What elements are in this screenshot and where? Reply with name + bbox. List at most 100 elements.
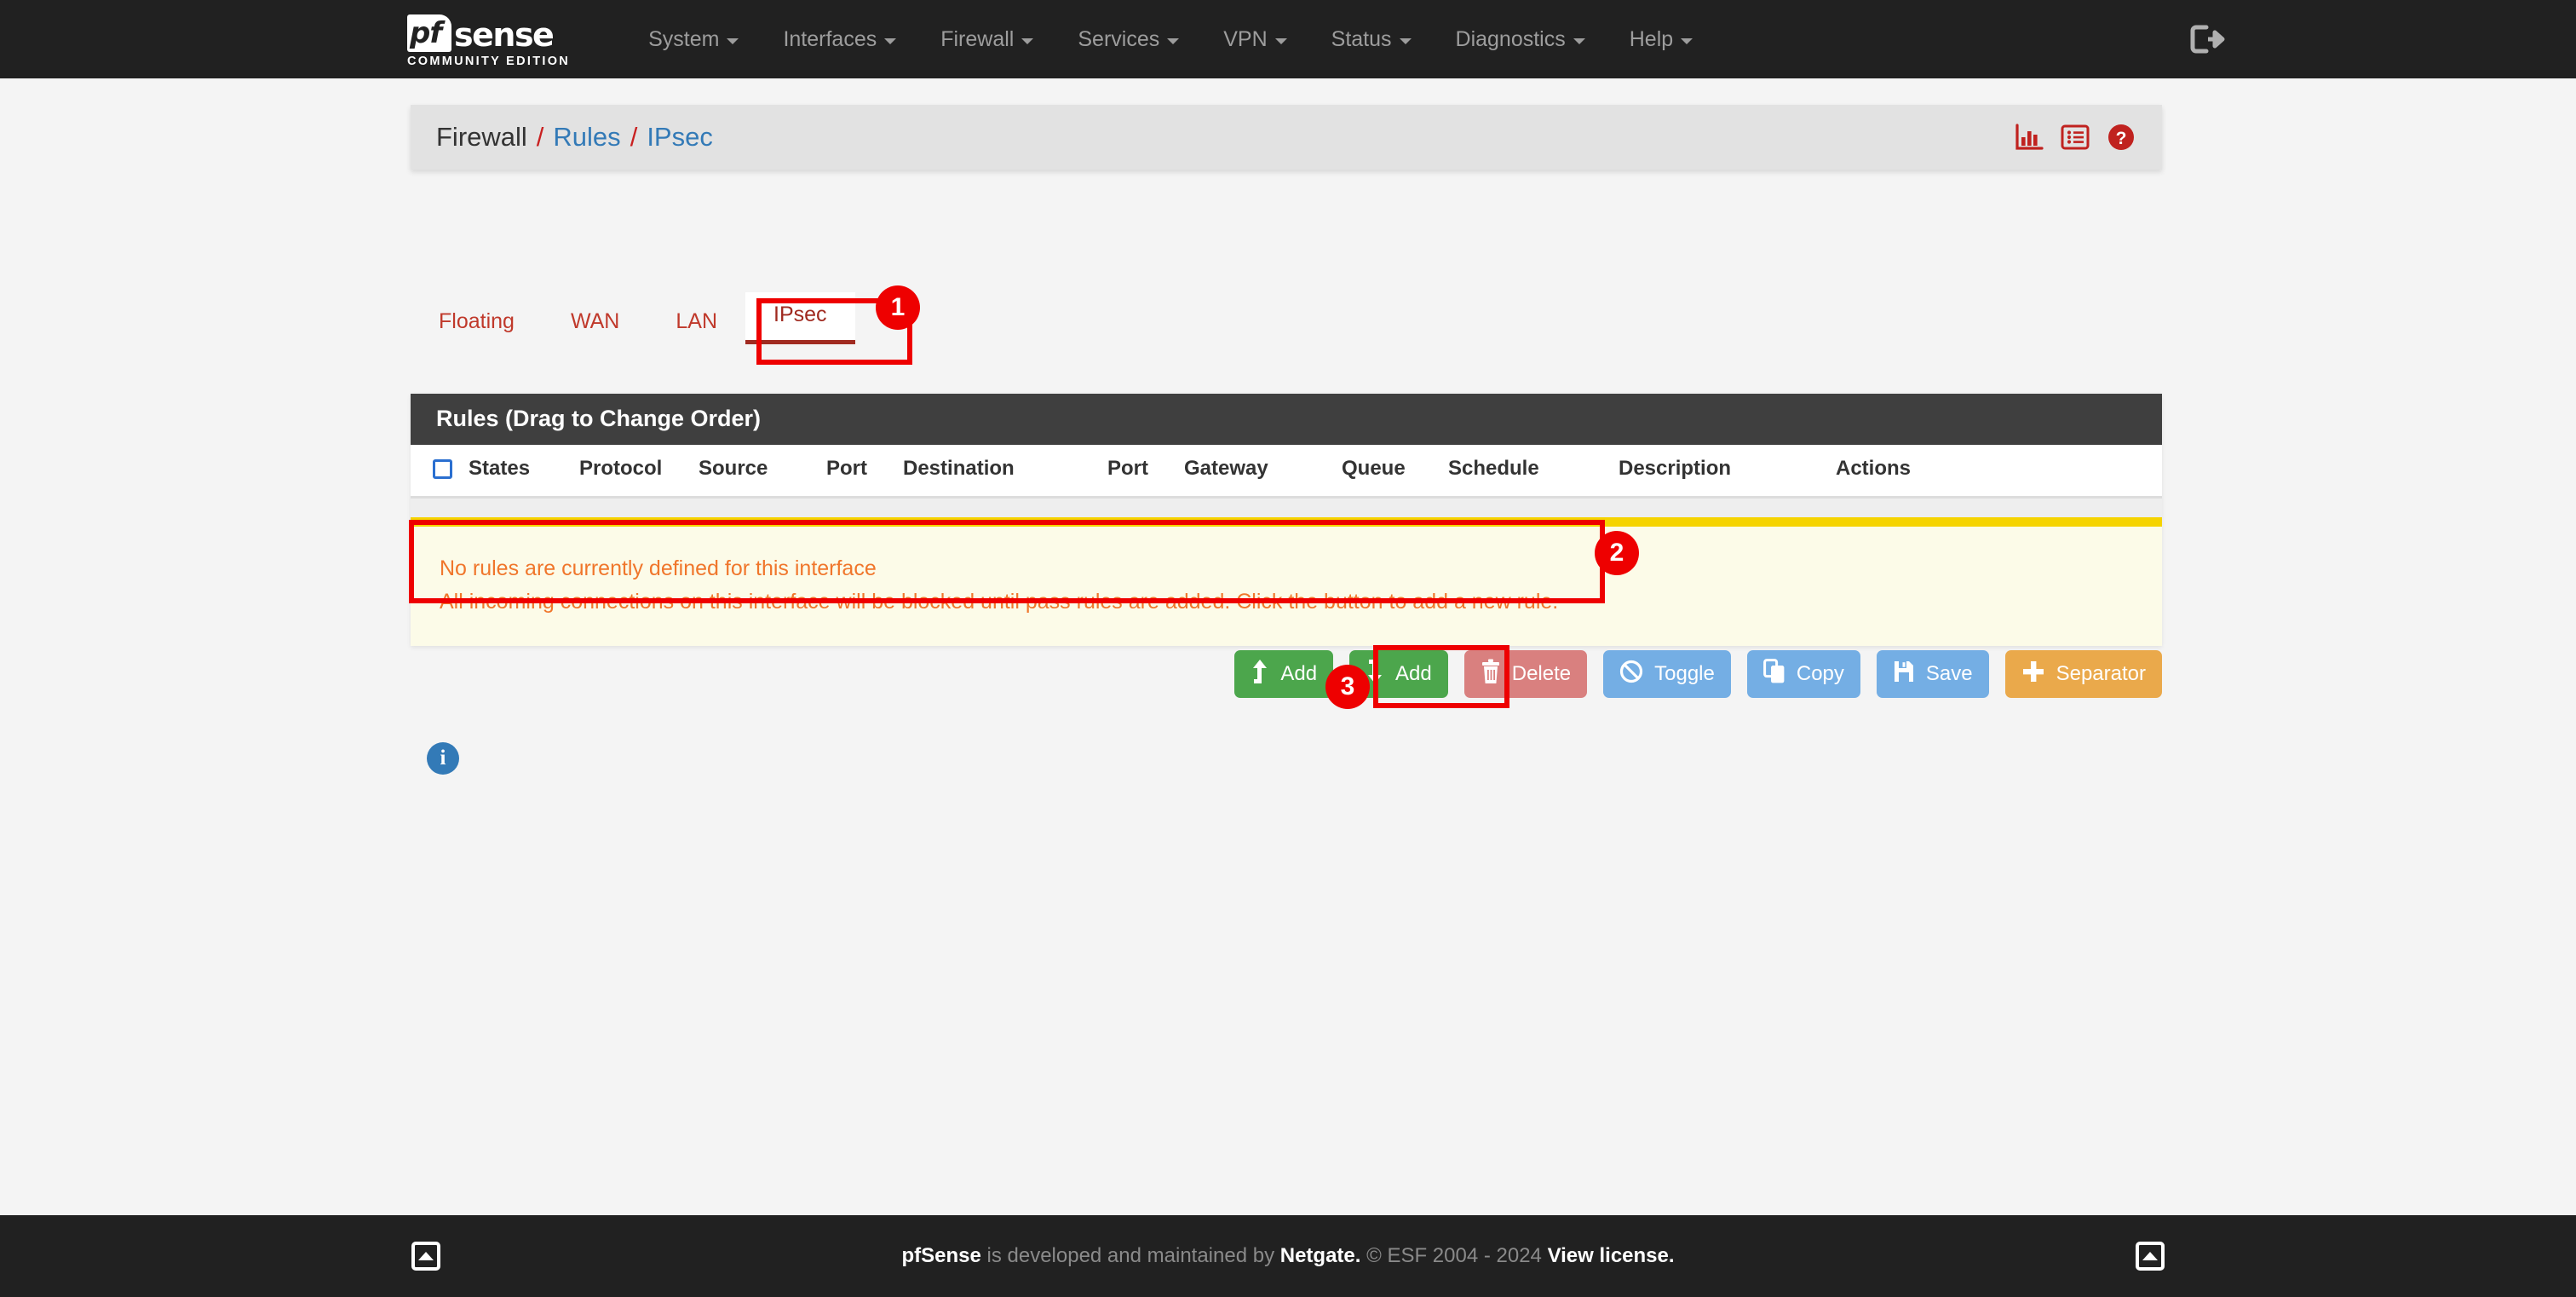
nav-item-diagnostics[interactable]: Diagnostics — [1434, 0, 1607, 78]
tab-label-lan: LAN — [676, 309, 717, 333]
no-rules-alert: No rules are currently defined for this … — [411, 517, 2162, 646]
rules-table: States Protocol Source Port Destination … — [411, 445, 2162, 499]
nav-label-firewall: Firewall — [940, 27, 1014, 52]
chevron-down-icon — [1275, 38, 1287, 44]
add-up-button[interactable]: Add — [1234, 650, 1333, 698]
nav-label-services: Services — [1078, 27, 1159, 52]
nav-label-help: Help — [1630, 27, 1673, 52]
column-header-destination: Destination — [903, 445, 1107, 498]
nav-item-vpn[interactable]: VPN — [1201, 0, 1308, 78]
toggle-button-label: Toggle — [1654, 662, 1715, 686]
delete-button[interactable]: Delete — [1464, 650, 1587, 698]
tab-label-floating: Floating — [439, 309, 515, 333]
footer-scroll-top-right[interactable] — [2136, 1242, 2165, 1271]
svg-text:?: ? — [2116, 129, 2127, 148]
tab-floating[interactable]: Floating — [411, 299, 543, 344]
breadcrumb-section-rules[interactable]: Rules — [553, 122, 620, 153]
copy-button-label: Copy — [1797, 662, 1844, 686]
nav-label-status: Status — [1331, 27, 1392, 52]
brand-subtitle: COMMUNITY EDITION — [407, 55, 570, 68]
breadcrumb-separator: / — [537, 122, 544, 153]
tab-label-ipsec: IPsec — [773, 303, 827, 326]
table-bottom-spacer — [411, 499, 2162, 517]
help-icon[interactable]: ? — [2106, 122, 2136, 153]
column-header-description: Description — [1619, 445, 1836, 498]
nav-item-services[interactable]: Services — [1055, 0, 1201, 78]
scroll-top-icon[interactable] — [2136, 1242, 2165, 1271]
alert-line-secondary: All incoming connections on this interfa… — [440, 585, 2133, 619]
nav-item-interfaces[interactable]: Interfaces — [761, 0, 918, 78]
column-header-states: States — [469, 445, 579, 498]
chart-icon[interactable] — [2014, 122, 2044, 153]
nav-label-diagnostics: Diagnostics — [1456, 27, 1566, 52]
tab-label-wan: WAN — [571, 309, 619, 333]
brand-wordmark: sense — [454, 18, 553, 52]
column-header-actions: Actions — [1836, 445, 2162, 498]
footer-license-link[interactable]: View license. — [1548, 1244, 1675, 1267]
save-button-label: Save — [1926, 662, 1973, 686]
toggle-button[interactable]: Toggle — [1603, 650, 1731, 698]
top-navbar: sense COMMUNITY EDITION System Interface… — [0, 0, 2576, 78]
interface-tabs: Floating WAN LAN IPsec — [411, 291, 855, 344]
nav-item-status[interactable]: Status — [1309, 0, 1434, 78]
chevron-down-icon — [1573, 38, 1585, 44]
footer-text-mid: is developed and maintained by — [981, 1244, 1280, 1267]
annotation-badge-1: 1 — [876, 285, 920, 330]
chevron-down-icon — [884, 38, 896, 44]
footer-copyright: © ESF 2004 - 2024 — [1360, 1244, 1547, 1267]
page-body: Firewall / Rules / IPsec — [0, 78, 2576, 1256]
save-icon — [1893, 660, 1915, 689]
nav-label-vpn: VPN — [1223, 27, 1267, 52]
chevron-down-icon — [727, 38, 739, 44]
tab-lan[interactable]: LAN — [647, 299, 745, 344]
breadcrumb-root: Firewall — [436, 122, 527, 153]
add-down-button[interactable]: Add — [1349, 650, 1448, 698]
chevron-down-icon — [1021, 38, 1033, 44]
nav-item-help[interactable]: Help — [1607, 0, 1715, 78]
rules-panel-title: Rules (Drag to Change Order) — [411, 394, 2162, 445]
nav-label-system: System — [648, 27, 719, 52]
rules-panel: Rules (Drag to Change Order) States Prot… — [411, 394, 2162, 646]
column-header-gateway: Gateway — [1184, 445, 1342, 498]
trash-icon — [1481, 659, 1501, 690]
save-button[interactable]: Save — [1877, 650, 1989, 698]
breadcrumb-bar: Firewall / Rules / IPsec — [411, 105, 2162, 170]
footer-product-name: pfSense — [901, 1244, 980, 1267]
plus-icon — [2021, 660, 2045, 689]
footer-company-name: Netgate. — [1280, 1244, 1361, 1267]
column-header-dest-port: Port — [1107, 445, 1184, 498]
rules-action-buttons: Add Add Delete — [411, 650, 2162, 698]
arrow-up-icon — [1251, 659, 1269, 690]
separator-button[interactable]: Separator — [2005, 650, 2162, 698]
nav-label-interfaces: Interfaces — [783, 27, 877, 52]
ban-icon — [1619, 660, 1643, 689]
list-icon[interactable] — [2060, 122, 2090, 153]
main-nav: System Interfaces Firewall Services VPN … — [626, 0, 1715, 78]
column-header-source-port: Port — [826, 445, 903, 498]
column-header-queue: Queue — [1342, 445, 1448, 498]
brand-logo-graphic: sense — [407, 14, 570, 52]
chevron-down-icon — [1681, 38, 1693, 44]
delete-button-label: Delete — [1512, 662, 1571, 686]
pfsense-brand-logo[interactable]: sense COMMUNITY EDITION — [407, 0, 570, 78]
column-header-protocol: Protocol — [579, 445, 699, 498]
chevron-down-icon — [1167, 38, 1179, 44]
breadcrumb-separator: / — [630, 122, 638, 153]
footer-credits: pfSense is developed and maintained by N… — [0, 1244, 2576, 1268]
tab-ipsec[interactable]: IPsec — [745, 292, 855, 344]
breadcrumb-page-ipsec[interactable]: IPsec — [647, 122, 713, 153]
add-down-button-label: Add — [1395, 662, 1432, 686]
select-all-checkbox[interactable] — [433, 459, 452, 479]
header-icon-group: ? — [2014, 122, 2136, 153]
tab-wan[interactable]: WAN — [543, 299, 647, 344]
column-header-schedule: Schedule — [1448, 445, 1619, 498]
logout-icon[interactable] — [2189, 22, 2227, 56]
rules-table-header-row: States Protocol Source Port Destination … — [411, 445, 2162, 498]
copy-icon — [1763, 659, 1785, 690]
info-icon[interactable]: i — [427, 742, 459, 775]
nav-item-firewall[interactable]: Firewall — [918, 0, 1055, 78]
copy-button[interactable]: Copy — [1747, 650, 1860, 698]
nav-item-system[interactable]: System — [626, 0, 761, 78]
page-footer: pfSense is developed and maintained by N… — [0, 1215, 2576, 1297]
column-header-source: Source — [699, 445, 826, 498]
